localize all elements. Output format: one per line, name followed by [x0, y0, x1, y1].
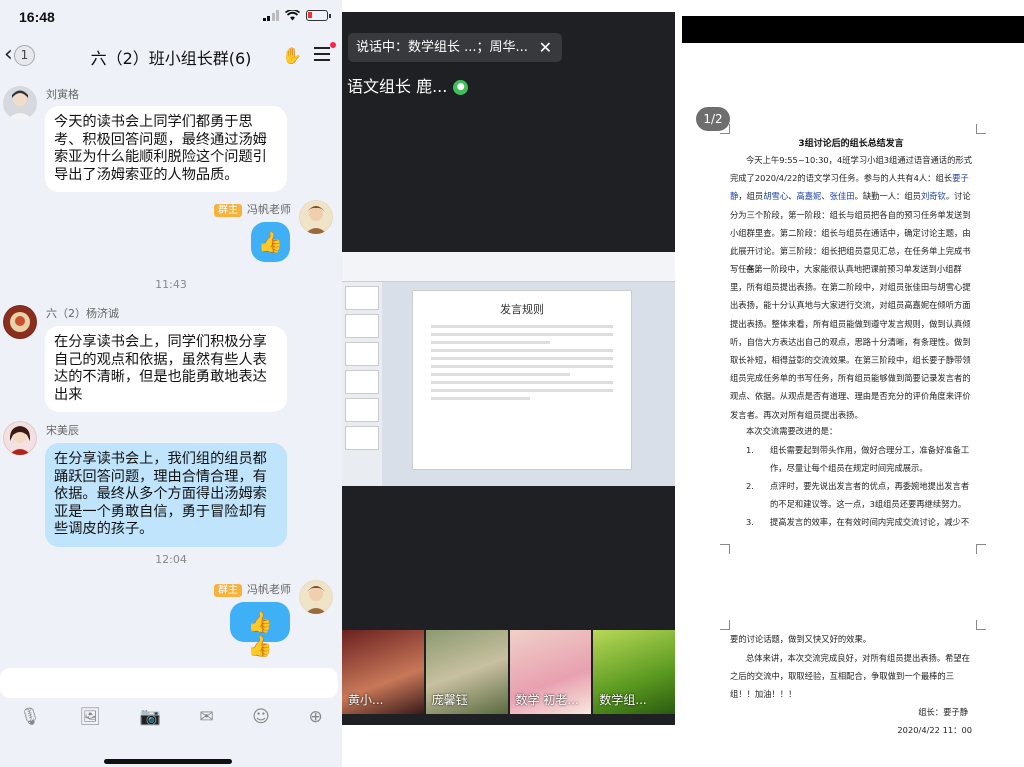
sender-name: 六（2）杨济诚: [46, 307, 119, 320]
battery-icon: [306, 10, 331, 21]
document-paragraph: 在第一阶段中，大家能很认真地把课前预习单发送到小组群里，所有组员提出表扬。在第二…: [730, 264, 971, 420]
plus-icon[interactable]: ⊕: [308, 707, 322, 737]
message-bubble[interactable]: 今天的读书会上同学们都勇于思考、积极回答问题，最终通过汤姆索亚为什么能顺利脱险这…: [45, 106, 287, 192]
list-item: 3.提高发言的效率，在有效时间内完成交流讨论，减少不必: [746, 517, 970, 527]
sender-name: 冯帆老师: [247, 583, 291, 596]
participant-name: 庞馨钰: [431, 693, 468, 707]
participant-tile[interactable]: 庞馨钰: [425, 630, 508, 714]
participant-strip: 黄小... 庞馨钰 数学 初老... 数学组...: [342, 630, 675, 714]
owner-badge: 群主: [214, 584, 242, 597]
slide-title: 发言规则: [500, 303, 544, 316]
close-icon[interactable]: ✕: [539, 33, 552, 62]
document-date: 2020/4/22 11：00: [897, 725, 972, 735]
page-corner-mark: [976, 544, 986, 554]
active-speaker: 语文组长 鹿... ●: [347, 73, 469, 97]
sender-line: 群主 冯帆老师: [214, 581, 291, 597]
participant-tile[interactable]: 黄小...: [342, 630, 424, 714]
participant-tile[interactable]: 数学组...: [593, 630, 675, 714]
avatar[interactable]: [3, 421, 37, 455]
message-bubble[interactable]: 在分享读书会上，我们组的组员都踊跃回答问题，理由合情合理，有依据。最终从多个方面…: [45, 443, 287, 547]
sender-name: 刘寅格: [46, 88, 79, 101]
list-item: 1. 组长需要起到带头作用，做好合理分工，准备好准备工作，尽量让每个组员在规定时间…: [746, 445, 970, 474]
screen-share[interactable]: 发言规则: [342, 252, 675, 486]
sender-name: 宋美辰: [46, 424, 79, 437]
chat-toolbar: 🎙 🖼 📷 ✉ ☺ ⊕: [0, 707, 342, 737]
camera-icon[interactable]: 📷: [140, 707, 161, 737]
mic-on-icon: ●: [453, 80, 469, 95]
message-bubble[interactable]: 👍: [251, 222, 290, 262]
page-corner-mark: [976, 124, 986, 134]
owner-badge: 群主: [214, 204, 242, 217]
message-input[interactable]: [0, 668, 338, 698]
document-paragraph: 本次交流需要改进的是：: [746, 426, 838, 436]
ppt-ribbon: [342, 252, 675, 282]
meeting-panel: 说话中：数学组长 ...；周华... ✕ 语文组长 鹿... ● 发言规则 黄小.…: [342, 12, 675, 725]
timestamp: 11:43: [155, 278, 187, 291]
emoji-icon[interactable]: ☺: [252, 707, 270, 737]
status-icons: [262, 10, 331, 21]
document-title: 3组讨论后的组长总结发言: [798, 139, 904, 149]
participant-name: 黄小...: [348, 693, 384, 707]
signature: 组长：要子静: [918, 707, 968, 717]
page-corner-mark: [976, 620, 986, 630]
page-corner-mark: [720, 544, 730, 554]
message-bubble[interactable]: 在分享读书会上，同学们积极分享自己的观点和依据，虽然有些人表达的不清晰，但是也能…: [45, 326, 287, 412]
hand-icon[interactable]: ✋: [282, 46, 302, 65]
chat-panel: 16:48 ‹ 1 六（2）班小组长群(6) ✋ 刘寅格 今天的读书会上同学们都…: [0, 0, 342, 767]
image-icon[interactable]: 🖼: [79, 707, 101, 737]
participant-name: 数学 初老...: [515, 693, 579, 707]
document-top-bar: [682, 16, 1024, 43]
document-paragraph: 总体来讲，本次交流完成良好，对所有组员提出表扬。希望在之后的交流中，取取经验，互…: [730, 653, 971, 700]
active-speaker-name: 语文组长 鹿...: [347, 77, 448, 96]
signal-icon: [262, 10, 279, 21]
timestamp: 12:04: [155, 553, 187, 566]
page-corner-mark: [720, 124, 730, 134]
status-bar: 16:48: [0, 0, 342, 34]
slide: 发言规则: [412, 290, 632, 470]
document-paragraph: 要的讨论话题，做到又快又好的效果。: [730, 634, 872, 644]
avatar[interactable]: [3, 86, 37, 120]
speaking-label: 说话中：数学组长 ...；周华...: [356, 40, 528, 55]
sender-line: 群主 冯帆老师: [214, 201, 291, 217]
status-time: 16:48: [19, 9, 55, 25]
participant-tile[interactable]: 数学 初老...: [509, 630, 592, 714]
participant-name: 数学组...: [599, 693, 647, 707]
microphone-icon[interactable]: 🎙: [19, 707, 41, 737]
red-packet-icon[interactable]: ✉: [199, 707, 213, 737]
speaking-banner: 说话中：数学组长 ...；周华... ✕: [348, 33, 562, 62]
slide-thumbnails: [342, 282, 382, 486]
avatar[interactable]: [3, 305, 37, 339]
page-corner-mark: [720, 620, 730, 630]
message-bubble[interactable]: 👍👍: [230, 602, 290, 658]
avatar[interactable]: [299, 580, 333, 614]
list-item: 2. 点评时，要先说出发言者的优点，再委婉地提出发言者的不足和建议等。这一点，3组…: [746, 481, 970, 510]
menu-icon[interactable]: [314, 42, 336, 61]
avatar[interactable]: [299, 200, 333, 234]
chat-header: ‹ 1 六（2）班小组长群(6) ✋: [0, 36, 342, 74]
sender-name: 冯帆老师: [247, 203, 291, 216]
wifi-icon: [285, 10, 300, 21]
home-indicator: [104, 759, 232, 764]
